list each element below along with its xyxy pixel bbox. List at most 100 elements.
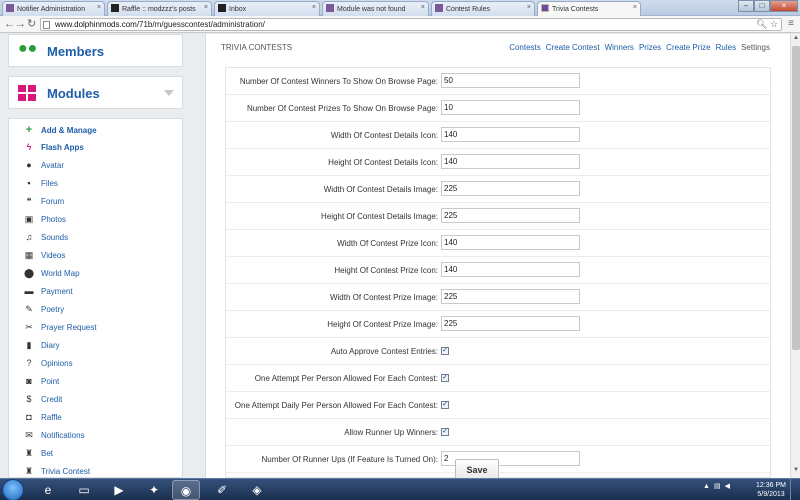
sidebar-item[interactable]: ▣ Photos — [23, 214, 66, 228]
close-icon[interactable]: × — [633, 4, 637, 11]
close-icon[interactable]: × — [204, 4, 208, 11]
ie-icon[interactable]: e — [34, 480, 62, 500]
window-close-icon[interactable]: × — [770, 0, 798, 12]
browser-tab-active[interactable]: Trivia Contests × — [537, 1, 641, 17]
media-player-icon[interactable]: ▶ — [105, 480, 133, 500]
sidebar-item[interactable]: ϟ Flash Apps — [23, 142, 84, 156]
top-navigation: Contests Create Contest Winners Prizes Creat… — [504, 43, 770, 52]
volume-icon[interactable]: ◀ — [725, 482, 730, 490]
book-icon: ▮ — [26, 340, 32, 350]
forward-arrow-icon[interactable]: → — [15, 18, 26, 30]
close-icon[interactable]: × — [421, 4, 425, 11]
tab-label: Notifier Administration — [17, 6, 86, 13]
sidebar-item[interactable]: ♜ Trivia Contest — [23, 466, 90, 478]
ticket-icon: ◘ — [26, 412, 32, 422]
setting-input[interactable] — [441, 73, 580, 88]
sidebar-item[interactable]: ✉ Notifications — [23, 430, 84, 444]
main-panel: TRIVIA CONTESTS Contests Create Contest Wi… — [205, 34, 795, 478]
setting-checkbox[interactable]: ✓ — [441, 347, 449, 355]
network-icon[interactable]: ▤ — [714, 482, 721, 490]
setting-input[interactable] — [441, 289, 580, 304]
setting-input[interactable] — [441, 154, 580, 169]
browser-tab[interactable]: Contest Rules × — [431, 1, 535, 16]
maximize-icon[interactable]: □ — [754, 0, 770, 12]
setting-input[interactable] — [441, 316, 580, 331]
sidebar-item[interactable]: ❝ Forum — [23, 196, 65, 210]
start-button[interactable] — [2, 479, 24, 500]
tab-label: Module was not found — [337, 6, 406, 13]
browser-tab[interactable]: Module was not found × — [322, 1, 429, 16]
sidebar-item[interactable]: ▦ Videos — [23, 250, 66, 264]
setting-input[interactable] — [441, 208, 580, 223]
clock[interactable]: 12:36 PM 5/9/2013 — [756, 481, 786, 499]
setting-label: One Attempt Daily Per Person Allowed For… — [234, 401, 438, 410]
setting-input[interactable] — [441, 181, 580, 196]
app-icon[interactable]: ✦ — [140, 480, 168, 500]
sidebar-item[interactable]: ♫ Sounds — [23, 232, 69, 246]
sidebar-item[interactable]: ♜ Bet — [23, 448, 53, 462]
sidebar-item[interactable]: ✎ Poetry — [23, 304, 64, 318]
setting-row: Width Of Contest Details Icon: — [226, 122, 770, 149]
close-icon[interactable]: × — [312, 4, 316, 11]
back-arrow-icon[interactable]: ← — [4, 18, 15, 30]
url-field[interactable]: www.dolphinmods.com/71b/m/guesscontest/a… — [40, 18, 782, 31]
menu-icon[interactable]: ≡ — [788, 18, 794, 30]
scroll-up-icon[interactable]: ▲ — [792, 35, 800, 45]
setting-input[interactable] — [441, 262, 580, 277]
sidebar-item[interactable]: ▮ Diary — [23, 340, 60, 354]
browser-tab[interactable]: Notifier Administration × — [2, 1, 105, 16]
setting-label: Number Of Runner Ups (If Feature Is Turn… — [261, 455, 438, 464]
setting-input[interactable] — [441, 127, 580, 142]
sidebar-item[interactable]: ? Opinions — [23, 358, 72, 372]
setting-input[interactable] — [441, 235, 580, 250]
setting-checkbox[interactable]: ✓ — [441, 374, 449, 382]
tray-arrow-icon[interactable]: ▲ — [703, 483, 710, 490]
zoom-star-icons[interactable]: 🔍︎ ☆ — [756, 19, 778, 30]
clock-date: 5/9/2013 — [757, 491, 785, 498]
sidebar-item[interactable]: ● Avatar — [23, 160, 64, 174]
close-icon[interactable]: × — [97, 4, 101, 11]
setting-label: One Attempt Per Person Allowed For Each … — [254, 374, 438, 383]
sidebar-item[interactable]: $ Credit — [23, 394, 62, 408]
setting-checkbox[interactable]: ✓ — [441, 401, 449, 409]
page-scrollbar[interactable]: ▲ ▼ — [790, 34, 800, 478]
close-icon[interactable]: × — [527, 4, 531, 11]
browser-tab[interactable]: Inbox × — [214, 1, 320, 16]
scroll-thumb[interactable] — [792, 46, 800, 350]
members-header[interactable]: ●● Members — [8, 34, 183, 67]
chrome-icon[interactable]: ◉ — [172, 480, 200, 500]
sidebar-item[interactable]: ◙ Point — [23, 376, 59, 390]
app-icon[interactable]: ◈ — [243, 480, 271, 500]
nav-link[interactable]: Prizes — [639, 43, 661, 52]
sidebar-item[interactable]: + Add & Manage — [23, 124, 97, 138]
modules-header[interactable]: Modules — [8, 76, 183, 109]
chevron-down-icon[interactable] — [164, 90, 174, 96]
sidebar-item[interactable]: ▪ Files — [23, 178, 58, 192]
show-desktop-button[interactable] — [790, 479, 800, 500]
browser-tab[interactable]: Raffle :: modzzz's posts × — [107, 1, 212, 16]
sidebar-item[interactable]: ▬ Payment — [23, 286, 73, 300]
minimize-icon[interactable]: – — [738, 0, 754, 12]
scroll-down-icon[interactable]: ▼ — [792, 467, 800, 477]
setting-label: Number Of Contest Prizes To Show On Brow… — [246, 104, 438, 113]
folder-icon[interactable]: ▭ — [70, 480, 98, 500]
nav-link[interactable]: Contests — [509, 43, 541, 52]
envelope-icon: ✉ — [25, 430, 33, 440]
nav-link[interactable]: Rules — [716, 43, 736, 52]
reload-icon[interactable]: ↻ — [27, 18, 36, 30]
nav-link[interactable]: Winners — [605, 43, 634, 52]
paint-icon[interactable]: ✐ — [208, 480, 236, 500]
sidebar-item[interactable]: ⬤ World Map — [23, 268, 80, 282]
save-button[interactable]: Save — [455, 459, 499, 478]
setting-checkbox[interactable]: ✓ — [441, 428, 449, 436]
setting-input[interactable] — [441, 100, 580, 115]
sidebar-item-label: Forum — [41, 197, 65, 206]
sidebar-item[interactable]: ✂ Prayer Request — [23, 322, 96, 336]
sidebar-item[interactable]: ◘ Raffle — [23, 412, 61, 426]
nav-link[interactable]: Create Prize — [666, 43, 710, 52]
paperclip-icon: ✂ — [25, 322, 33, 332]
nav-link[interactable]: Create Contest — [546, 43, 600, 52]
nav-link[interactable]: Settings — [741, 43, 770, 52]
site-icon — [6, 4, 14, 12]
modules-label: Modules — [47, 86, 100, 101]
